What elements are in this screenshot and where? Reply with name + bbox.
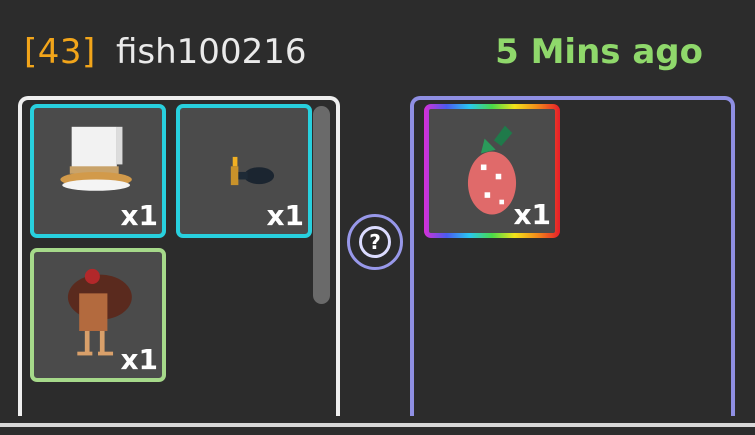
trade-help-button[interactable]: ? <box>347 214 403 270</box>
item-quantity: x1 <box>266 199 304 232</box>
divider <box>0 423 755 427</box>
offer-item-slot-turkey[interactable]: x1 <box>30 248 166 382</box>
item-quantity: x1 <box>120 199 158 232</box>
trade-history-card: [43] fish100216 5 Mins ago x1 x1 x1 ? x1 <box>0 0 755 435</box>
trade-time-ago: 5 Mins ago <box>495 32 703 72</box>
request-item-slot-strawberry[interactable]: x1 <box>424 104 560 238</box>
item-quantity: x1 <box>513 198 551 231</box>
scroll-track <box>313 304 330 412</box>
question-icon: ? <box>359 226 391 258</box>
player-level: [43] <box>24 32 96 72</box>
offer-items-scrollbar[interactable] <box>313 106 330 304</box>
item-quantity: x1 <box>120 343 158 376</box>
player-username: fish100216 <box>116 32 307 72</box>
offer-item-slot-hat[interactable]: x1 <box>30 104 166 238</box>
offer-item-slot-candle[interactable]: x1 <box>176 104 312 238</box>
